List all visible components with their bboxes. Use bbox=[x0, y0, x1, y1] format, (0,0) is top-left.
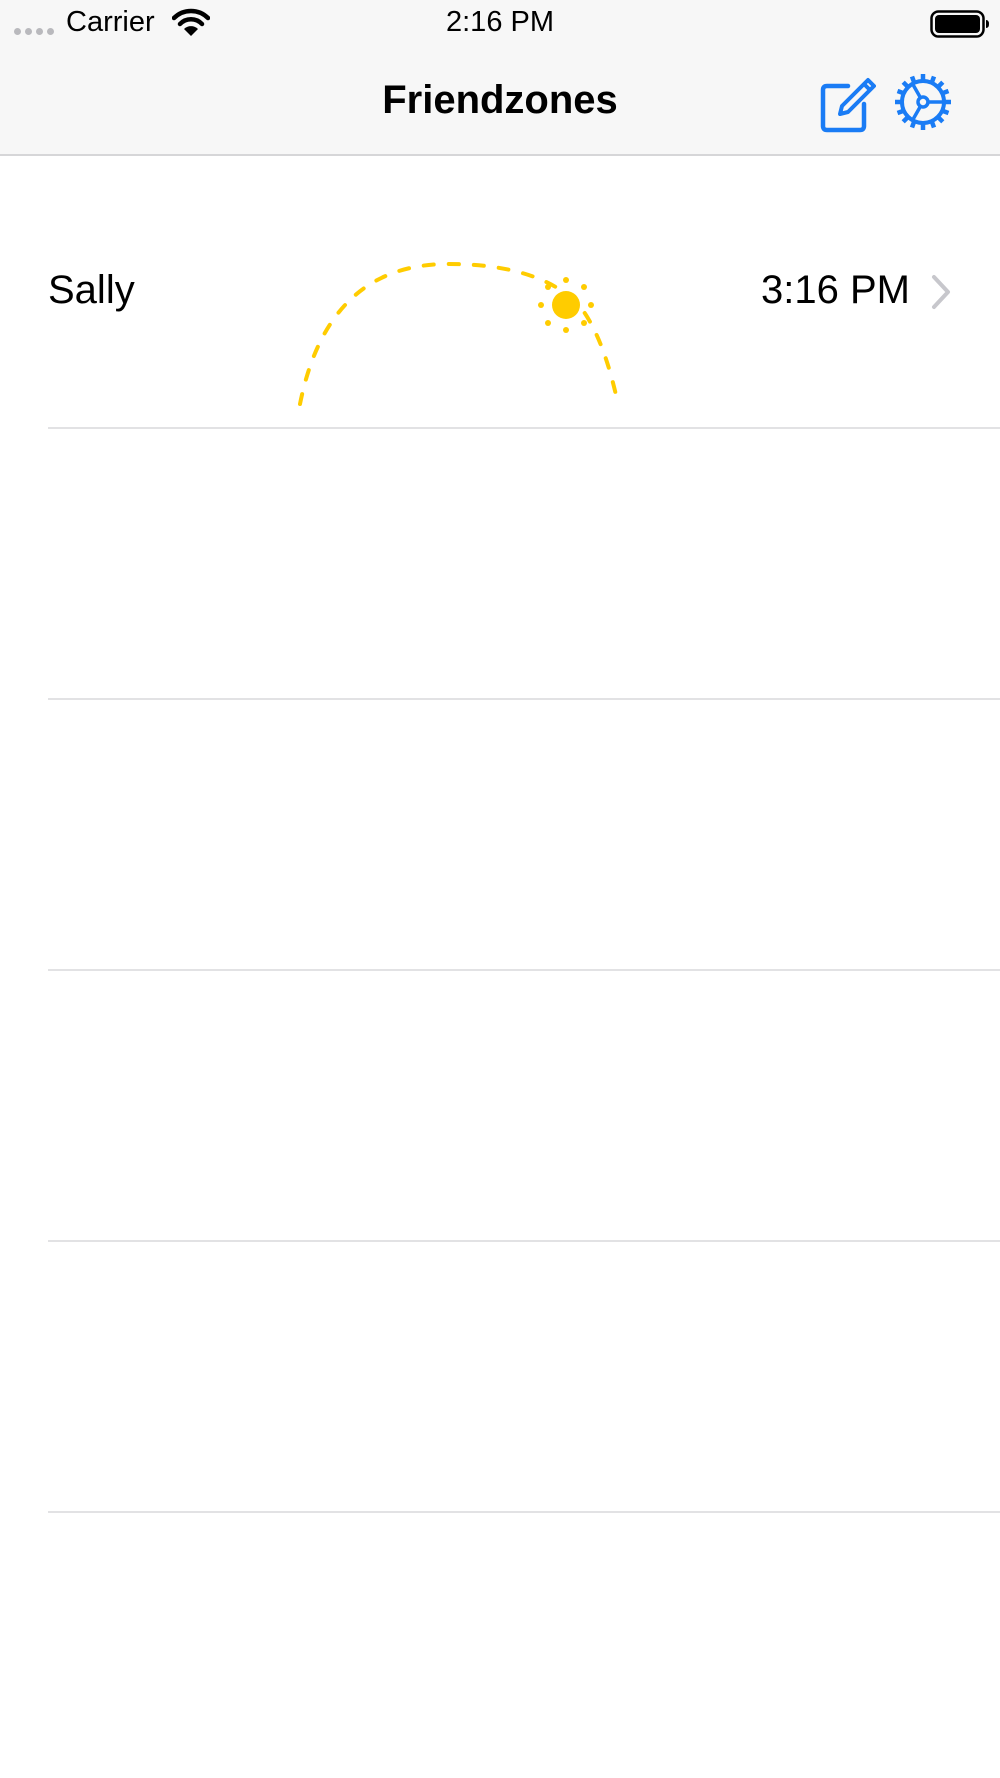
status-bar: Carrier 2:16 PM bbox=[0, 0, 1000, 48]
navigation-bar: Carrier 2:16 PM Friendzones bbox=[0, 0, 1000, 156]
empty-row bbox=[48, 698, 1000, 971]
battery-icon bbox=[930, 10, 989, 38]
friend-row[interactable]: Sally 3:16 PM bbox=[48, 156, 1000, 429]
empty-row bbox=[48, 969, 1000, 1242]
status-time: 2:16 PM bbox=[446, 6, 554, 38]
sun-icon bbox=[538, 277, 594, 333]
compose-icon[interactable] bbox=[818, 74, 876, 134]
chevron-right-icon bbox=[932, 275, 950, 309]
empty-row bbox=[48, 1240, 1000, 1513]
settings-icon[interactable] bbox=[893, 72, 953, 132]
friend-local-time: 3:16 PM bbox=[761, 268, 910, 312]
empty-row bbox=[48, 427, 1000, 700]
friend-name: Sally bbox=[48, 268, 135, 312]
sun-arc-icon bbox=[298, 261, 620, 406]
